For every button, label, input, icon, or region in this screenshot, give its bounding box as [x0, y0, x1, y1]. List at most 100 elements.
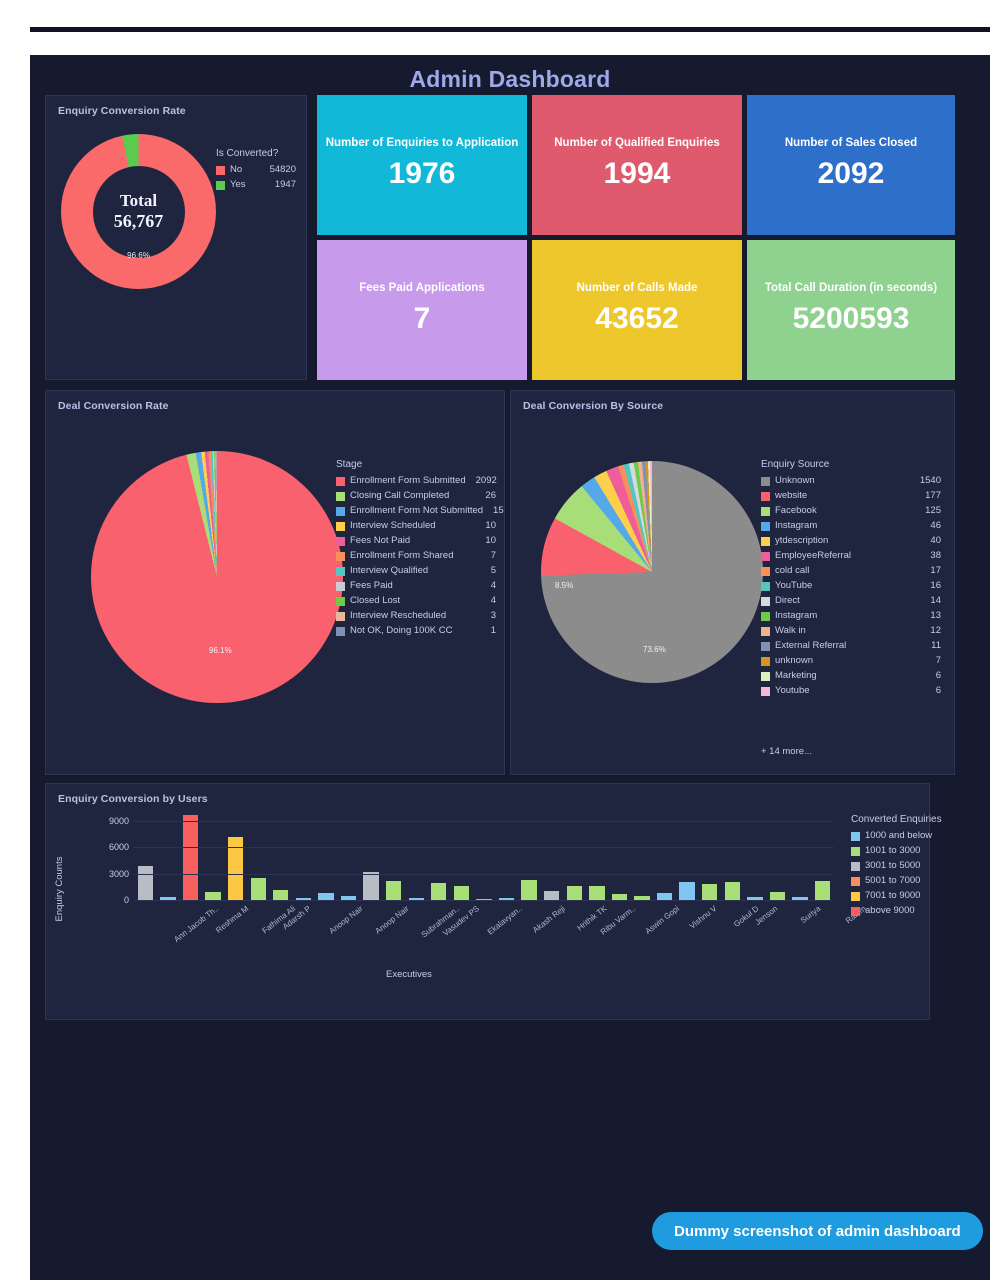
legend-converted-enquiries-item[interactable]: 1000 and below [851, 830, 956, 842]
legend-item-label: Closing Call Completed [350, 490, 450, 501]
legend-stage-item[interactable]: Interview Scheduled 10 [336, 520, 496, 532]
bar[interactable] [137, 866, 153, 900]
bar[interactable] [363, 872, 379, 900]
kpi-tile[interactable]: Fees Paid Applications 7 [317, 240, 527, 380]
legend-item-label: Enrollment Form Shared [350, 550, 454, 561]
pie-percent-label-website: 8.5% [555, 581, 574, 590]
legend-stage-item[interactable]: Closed Lost 4 [336, 595, 496, 607]
bar[interactable] [566, 885, 582, 900]
bar[interactable] [385, 881, 402, 900]
legend-title-converted-enquiries: Converted Enquiries [851, 814, 942, 825]
legend-swatch-icon [336, 476, 345, 486]
kpi-tile-label: Number of Qualified Enquiries [554, 137, 720, 149]
legend-stage-item[interactable]: Fees Paid 4 [336, 580, 496, 592]
x-axis-tick-label: Ann Jacob Th.. [172, 904, 221, 945]
bar[interactable] [273, 889, 289, 900]
bar[interactable] [702, 884, 718, 900]
bar-slot [247, 812, 270, 900]
legend-converted-enquiries-item[interactable]: 5001 to 7000 [851, 875, 956, 887]
bar[interactable] [544, 890, 560, 900]
bar[interactable] [250, 878, 266, 900]
bar[interactable] [724, 881, 740, 900]
legend-enquiry-source-item[interactable]: Instagram 46 [761, 520, 941, 532]
legend-stage-item[interactable]: Enrollment Form Shared 7 [336, 550, 496, 562]
bar[interactable] [589, 886, 605, 900]
bar-slot [405, 812, 428, 900]
kpi-tile-label: Number of Calls Made [576, 282, 698, 294]
bar[interactable] [431, 882, 447, 900]
kpi-tile[interactable]: Number of Calls Made 43652 [532, 240, 742, 380]
legend-converted-enquiries: Converted Enquiries 1000 and below 1001 t… [851, 814, 956, 920]
bar-chart-plot-area: 0 3000 6000 9000 [109, 812, 834, 905]
legend-enquiry-source-item[interactable]: website 177 [761, 490, 941, 502]
legend-swatch-icon [761, 476, 770, 486]
x-axis-tick-label: Suriya [798, 904, 822, 926]
dummy-screenshot-chip[interactable]: Dummy screenshot of admin dashboard [652, 1212, 983, 1250]
legend-converted-enquiries-item[interactable]: 3001 to 5000 [851, 860, 956, 872]
legend-enquiry-source-item[interactable]: Marketing 6 [761, 670, 941, 682]
kpi-tile[interactable]: Number of Sales Closed 2092 [747, 95, 955, 235]
legend-item-label: External Referral [775, 640, 847, 651]
bar[interactable] [318, 893, 334, 900]
bar[interactable] [227, 836, 244, 900]
legend-item-label: Instagram [775, 520, 818, 531]
legend-enquiry-source-item[interactable]: Unknown 1540 [761, 475, 941, 487]
legend-enquiry-source-item[interactable]: Facebook 125 [761, 505, 941, 517]
legend-is-converted-item[interactable]: No 54820 [216, 164, 296, 176]
legend-item-value: 10 [485, 520, 496, 531]
bar[interactable] [205, 891, 221, 900]
legend-is-converted-item[interactable]: Yes 1947 [216, 179, 296, 191]
legend-stage-item[interactable]: Interview Qualified 5 [336, 565, 496, 577]
legend-enquiry-source-item[interactable]: YouTube 16 [761, 580, 941, 592]
y-axis-title: Enquiry Counts [54, 856, 65, 922]
legend-converted-enquiries-item[interactable]: 7001 to 9000 [851, 890, 956, 902]
pie-chart-deal-conversion [91, 451, 343, 703]
bar[interactable] [453, 886, 470, 900]
legend-converted-enquiries-item[interactable]: above 9000 [851, 905, 956, 917]
legend-enquiry-source-item[interactable]: Direct 14 [761, 595, 941, 607]
kpi-tile[interactable]: Number of Enquiries to Application 1976 [317, 95, 527, 235]
legend-stage-item[interactable]: Enrollment Form Not Submitted 15 [336, 505, 504, 517]
x-axis-tick-labels: Ann Jacob Th.. Reshma M Fathima Ali Adarsh … [134, 904, 868, 959]
legend-item-value: 1540 [919, 475, 941, 486]
bar[interactable] [521, 879, 537, 900]
panel-enquiry-conversion-rate: Enquiry Conversion Rate Total 56,767 96.… [45, 95, 307, 380]
kpi-tile[interactable]: Number of Qualified Enquiries 1994 [532, 95, 742, 235]
bar[interactable] [656, 892, 673, 900]
legend-stage-item[interactable]: Closing Call Completed 26 [336, 490, 496, 502]
kpi-tile[interactable]: Total Call Duration (in seconds) 5200593 [747, 240, 955, 380]
legend-swatch-icon [216, 165, 225, 175]
legend-enquiry-source-item[interactable]: External Referral 11 [761, 640, 941, 652]
legend-converted-enquiries-item[interactable]: 1001 to 3000 [851, 845, 956, 857]
legend-enquiry-source-item[interactable]: unknown 7 [761, 655, 941, 667]
legend-swatch-icon [851, 861, 860, 871]
legend-enquiry-source-item[interactable]: cold call 17 [761, 565, 941, 577]
legend-stage-item[interactable]: Enrollment Form Submitted 2092 [336, 475, 497, 487]
legend-enquiry-source-item[interactable]: ytdescription 40 [761, 535, 941, 547]
legend-item-label: website [775, 490, 808, 501]
bar-slot [202, 812, 225, 900]
legend-stage-item[interactable]: Fees Not Paid 10 [336, 535, 496, 547]
legend-enquiry-source-item[interactable]: Youtube 6 [761, 685, 941, 697]
bar[interactable] [182, 814, 199, 900]
bar[interactable] [769, 891, 786, 900]
legend-stage-item[interactable]: Interview Rescheduled 3 [336, 610, 496, 622]
legend-swatch-icon [851, 891, 860, 901]
legend-item-label: 3001 to 5000 [865, 860, 921, 871]
bar[interactable] [679, 882, 695, 900]
panel-title-deal-conversion-rate: Deal Conversion Rate [58, 400, 169, 412]
legend-enquiry-source-item[interactable]: Walk in 12 [761, 625, 941, 637]
bar[interactable] [814, 880, 831, 900]
bar-slot [450, 812, 473, 900]
legend-item-label: Direct [775, 595, 800, 606]
legend-enquiry-source-item[interactable]: EmployeeReferral 38 [761, 550, 941, 562]
legend-title-is-converted: Is Converted? [216, 148, 279, 159]
legend-swatch-icon [761, 656, 770, 666]
legend-enquiry-source-item[interactable]: Instagram 13 [761, 610, 941, 622]
legend-item-label: 5001 to 7000 [865, 875, 921, 886]
legend-item-value: 38 [930, 550, 941, 561]
panel-deal-conversion-by-source: Deal Conversion By Source 73.6% 8.5% Enq… [510, 390, 955, 775]
legend-more-link[interactable]: + 14 more... [761, 746, 812, 757]
legend-stage-item[interactable]: Not OK, Doing 100K CC 1 [336, 625, 496, 637]
panel-deal-conversion-rate: Deal Conversion Rate 96.1% Stage Enrollm… [45, 390, 505, 775]
